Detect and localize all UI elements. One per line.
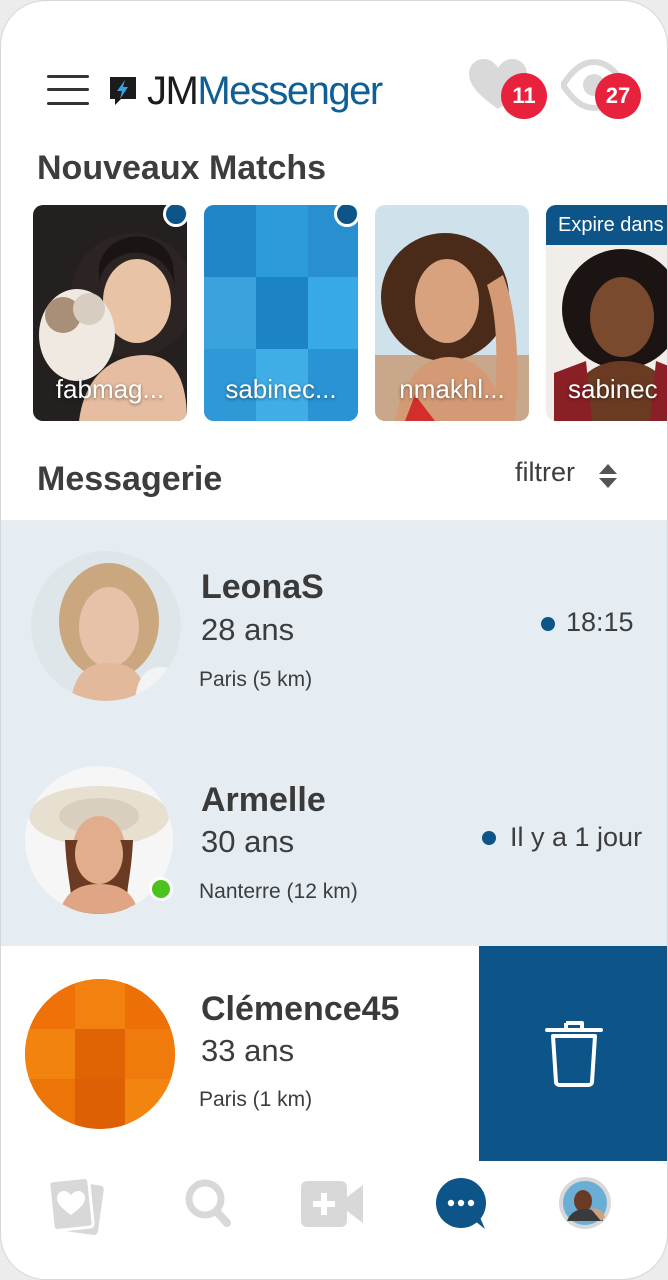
nav-search[interactable] (169, 1171, 249, 1237)
search-icon (185, 1179, 231, 1227)
likes-count-badge: 11 (501, 73, 547, 119)
logo-text-messenger: Messenger (197, 69, 383, 113)
conversation-row[interactable]: Armelle 30 ans Nanterre (12 km) Il y a 1… (1, 734, 667, 946)
profile-avatar (559, 1177, 611, 1229)
online-status-dot (149, 877, 173, 901)
app-logo[interactable]: JMMessenger (147, 63, 383, 119)
contact-age: 30 ans (201, 824, 295, 859)
sort-icon[interactable] (598, 463, 618, 489)
nav-video[interactable] (293, 1171, 373, 1237)
match-card[interactable]: Expire dans sabinec (546, 205, 667, 421)
contact-name: Clémence45 (201, 990, 400, 1028)
contact-age: 33 ans (201, 1033, 295, 1068)
contact-age: 28 ans (201, 612, 295, 647)
unread-dot (482, 831, 496, 845)
match-card[interactable]: fabmag... (33, 205, 187, 421)
match-name: fabmag... (55, 374, 165, 404)
chat-icon (436, 1178, 486, 1229)
match-name: sabinec (568, 374, 658, 404)
contact-name: Armelle (201, 781, 326, 819)
contact-name: LeonaS (201, 568, 324, 606)
nav-profile[interactable] (545, 1171, 625, 1237)
nav-messages[interactable] (421, 1171, 501, 1237)
video-add-icon (301, 1181, 363, 1227)
menu-icon[interactable] (47, 73, 89, 107)
views-count-badge: 27 (595, 73, 641, 119)
blurred-avatar (25, 979, 175, 1129)
likes-button[interactable]: 11 (467, 57, 547, 119)
conversation-row[interactable]: LeonaS 28 ans Paris (5 km) 18:15 (1, 520, 667, 734)
match-card[interactable]: sabinec... (204, 205, 358, 421)
delete-conversation-button[interactable] (479, 946, 667, 1161)
new-match-dot (334, 205, 358, 227)
logo-bolt-icon (110, 77, 136, 105)
match-card[interactable]: nmakhl... (375, 205, 529, 421)
match-name: sabinec... (225, 374, 337, 404)
new-matches-title: Nouveaux Matchs (37, 149, 327, 187)
contact-location: Paris (1 km) (199, 1088, 313, 1111)
conversation-row[interactable]: Clémence45 33 ans Paris (1 km) (1, 946, 667, 1161)
new-match-dot (163, 205, 187, 227)
contact-location: Paris (5 km) (199, 668, 313, 691)
views-button[interactable]: 27 (561, 57, 641, 119)
trash-icon (545, 1021, 603, 1087)
filter-button[interactable]: filtrer (515, 457, 575, 488)
message-time: Il y a 1 jour (510, 822, 643, 852)
phone-screen: JMMessenger 11 27 Nouveaux Matchs fabmag… (0, 0, 668, 1280)
inbox-title: Messagerie (37, 460, 223, 498)
message-time: 18:15 (566, 607, 634, 637)
expire-label: Expire dans (546, 205, 667, 245)
nav-matching[interactable] (37, 1171, 117, 1237)
match-name: nmakhl... (399, 374, 505, 404)
contact-location: Nanterre (12 km) (199, 880, 358, 903)
unread-dot (541, 617, 555, 631)
logo-text-jm: JM (147, 69, 199, 113)
cards-heart-icon (47, 1175, 104, 1236)
avatar (31, 551, 181, 701)
